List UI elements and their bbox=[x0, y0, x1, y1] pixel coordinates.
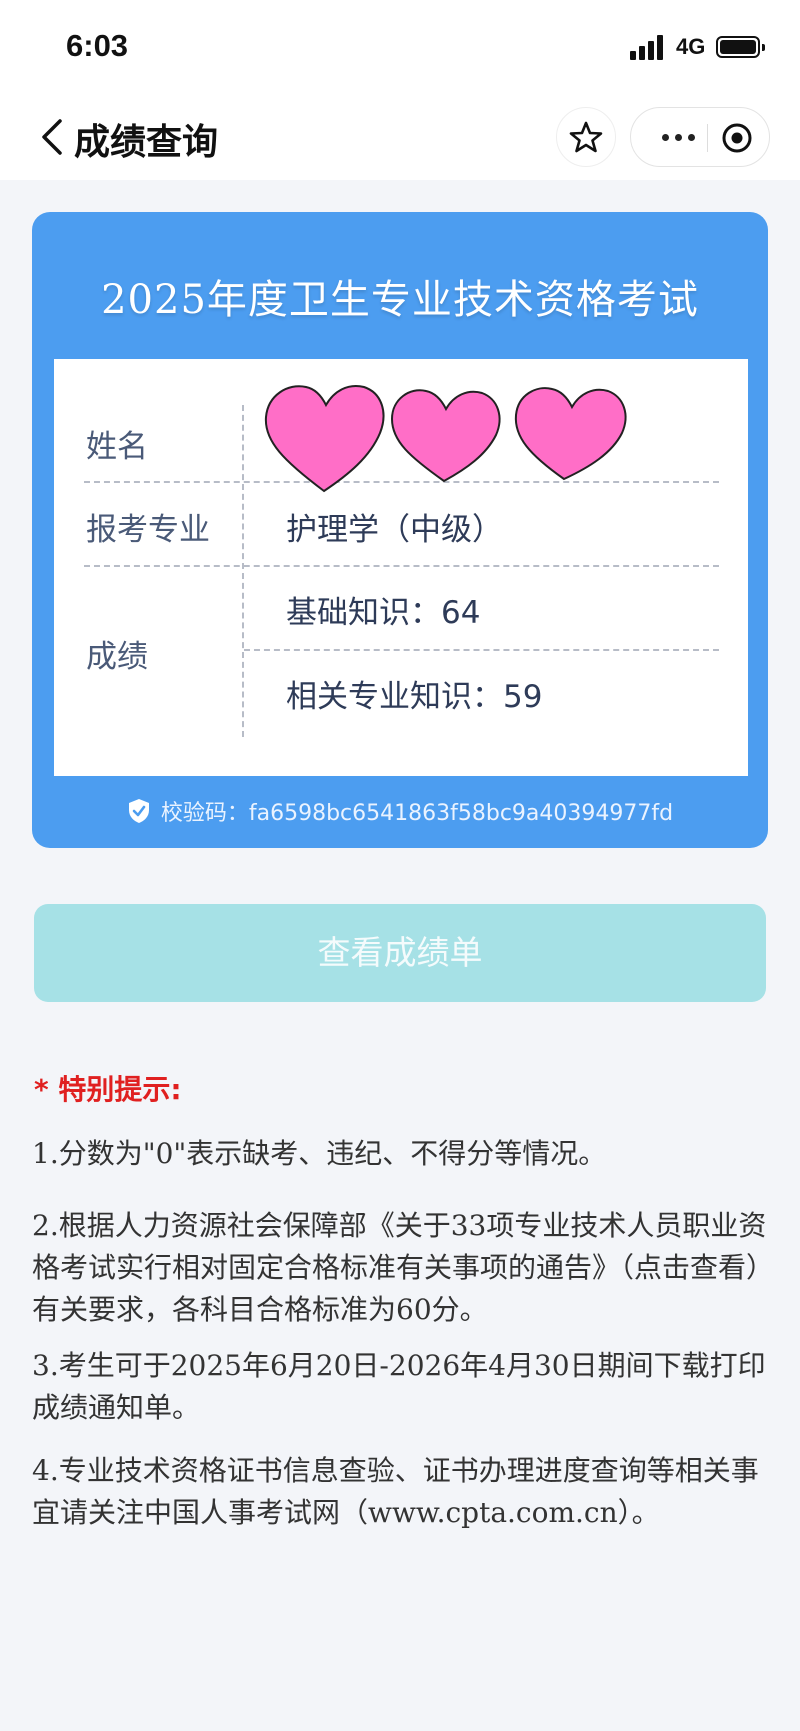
status-time: 6:03 bbox=[66, 28, 129, 63]
score-label: 成绩 bbox=[86, 639, 148, 675]
major-label: 报考专业 bbox=[86, 512, 210, 548]
signal-icon bbox=[630, 34, 670, 60]
notice-item-2[interactable]: 2.根据人力资源社会保障部《关于33项专业技术人员职业资格考试实行相对固定合格标… bbox=[32, 1205, 772, 1331]
back-arrow-icon[interactable] bbox=[36, 117, 66, 157]
exam-title: 2025年度卫生专业技术资格考试 bbox=[101, 277, 699, 323]
score-basic: 基础知识：64 bbox=[286, 595, 481, 631]
heart-sticker-icon bbox=[264, 385, 627, 493]
check-code: 校验码：fa6598bc6541863f58bc9a40394977fd bbox=[32, 795, 768, 827]
miniprogram-capsule bbox=[630, 107, 770, 167]
score-card: 2025年度卫生专业技术资格考试 姓名 报考专业 护理学（中级） 成绩 基础知识… bbox=[32, 212, 768, 848]
notice-item-3: 3.考生可于2025年6月20日-2026年4月30日期间下载打印成绩通知单。 bbox=[32, 1349, 766, 1424]
battery-icon bbox=[716, 36, 765, 58]
score-related: 相关专业知识：59 bbox=[286, 679, 543, 715]
more-dots-icon[interactable] bbox=[653, 122, 703, 152]
major-value: 护理学（中级） bbox=[286, 512, 503, 548]
check-code-text: 校验码：fa6598bc6541863f58bc9a40394977fd bbox=[160, 801, 674, 826]
network-type: 4G bbox=[676, 34, 706, 59]
score-table: 姓名 报考专业 护理学（中级） 成绩 基础知识：64 相关专业知识：59 bbox=[54, 359, 748, 776]
notice-title: * 特别提示: bbox=[34, 1073, 182, 1106]
page-title: 成绩查询 bbox=[74, 122, 219, 163]
shield-check-icon bbox=[128, 799, 149, 823]
name-label: 姓名 bbox=[86, 429, 148, 465]
star-icon bbox=[569, 121, 603, 153]
status-bar: 6:03 4G bbox=[0, 0, 800, 95]
notice-item-1: 1.分数为"0"表示缺考、违纪、不得分等情况。 bbox=[32, 1137, 607, 1170]
notice-item-4: 4.专业技术资格证书信息查验、证书办理进度查询等相关事宜请关注中国人事考试网（w… bbox=[32, 1454, 759, 1529]
view-report-button[interactable]: 查看成绩单 bbox=[34, 904, 766, 1002]
favorite-button[interactable] bbox=[556, 107, 616, 167]
target-icon[interactable] bbox=[721, 122, 753, 154]
nav-bar: 成绩查询 bbox=[0, 95, 800, 180]
